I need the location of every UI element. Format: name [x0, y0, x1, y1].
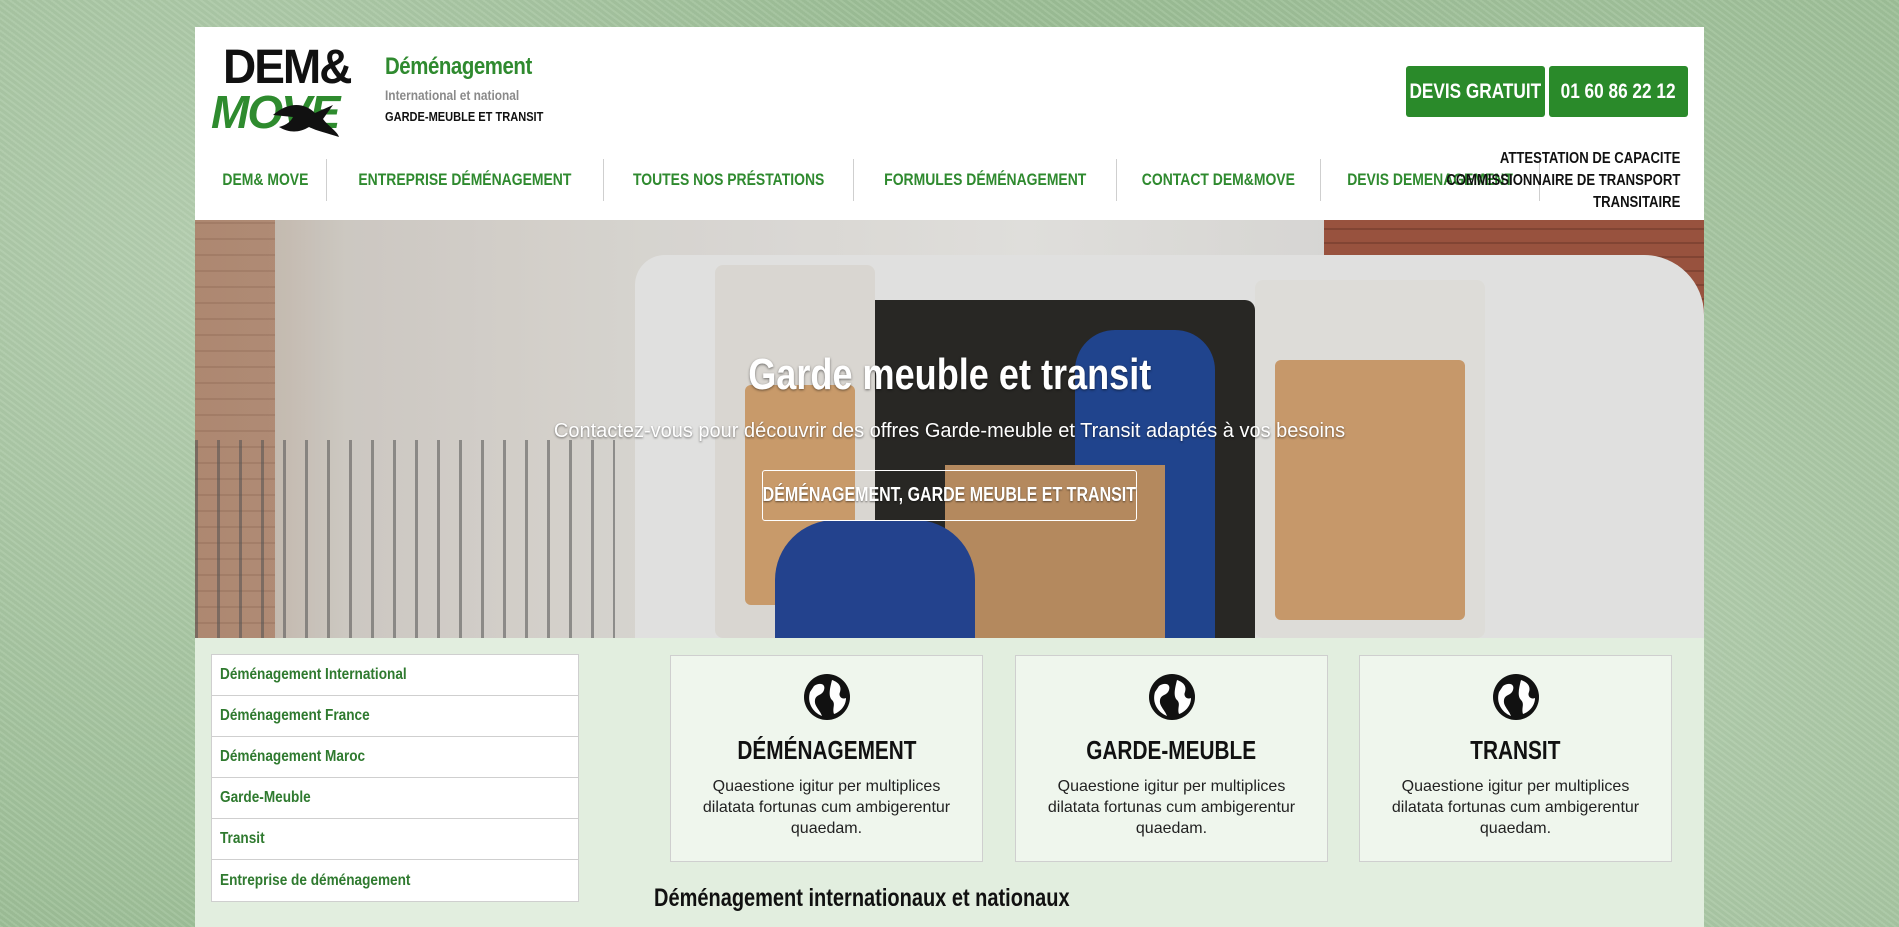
brand-block: Déménagement International et national G…	[385, 53, 571, 124]
site-logo[interactable]: DEM& MOVE	[211, 38, 376, 153]
sidebar-item-international[interactable]: Déménagement International	[212, 655, 578, 696]
card-title: DÉMÉNAGEMENT	[671, 735, 982, 766]
main-nav: DEM& MOVE ENTREPRISE DÉMÉNAGEMENT TOUTES…	[205, 159, 1541, 201]
sidebar-item-label: Déménagement International	[220, 666, 407, 683]
brand-subtitle: International et national	[385, 87, 520, 103]
globe-icon	[1492, 674, 1539, 720]
sidebar-menu: Déménagement International Déménagement …	[211, 654, 579, 902]
hero-banner: Garde meuble et transit Contactez-vous p…	[195, 220, 1704, 638]
nav-item-label: TOUTES NOS PRÉSTATIONS	[632, 170, 824, 189]
hero-subtitle: Contactez-vous pour découvrir des offres…	[553, 420, 1346, 442]
card-title: GARDE-MEUBLE	[1016, 735, 1327, 766]
info-line-3: TRANSITAIRE	[1592, 194, 1680, 211]
sidebar-item-entreprise[interactable]: Entreprise de déménagement	[212, 860, 578, 901]
brand-subtitle-2: GARDE-MEUBLE ET TRANSIT	[385, 109, 544, 124]
sidebar-item-france[interactable]: Déménagement France	[212, 696, 578, 737]
sidebar-item-label: Déménagement France	[220, 707, 370, 724]
nav-item-prestations[interactable]: TOUTES NOS PRÉSTATIONS	[604, 159, 854, 201]
globe-icon	[1148, 674, 1195, 720]
devis-gratuit-button[interactable]: DEVIS GRATUIT	[1406, 66, 1545, 117]
phone-button[interactable]: 01 60 86 22 12	[1549, 66, 1688, 117]
nav-item-dem-move[interactable]: DEM& MOVE	[205, 159, 327, 201]
section-title: Déménagement internationaux et nationaux	[654, 884, 1174, 913]
sidebar-item-garde-meuble[interactable]: Garde-Meuble	[212, 778, 578, 819]
nav-item-label: DEM& MOVE	[222, 170, 309, 189]
hero-title-text: Garde meuble et transit	[747, 350, 1152, 399]
hero-title: Garde meuble et transit	[195, 350, 1704, 400]
info-line-2: COMMISSIONNAIRE DE TRANSPORT	[1446, 172, 1680, 189]
sidebar-item-transit[interactable]: Transit	[212, 819, 578, 860]
sidebar-item-label: Garde-Meuble	[220, 789, 311, 806]
nav-item-contact[interactable]: CONTACT DEM&MOVE	[1117, 159, 1322, 201]
content-area: Déménagement International Déménagement …	[195, 638, 1704, 927]
card-text: Quaestione igitur per multiplices dilata…	[702, 778, 951, 837]
sidebar-item-label: Transit	[220, 830, 265, 847]
hero-cta-label: DÉMÉNAGEMENT, GARDE MEUBLE ET TRANSIT	[762, 484, 1137, 506]
phone-label: 01 60 86 22 12	[1561, 79, 1676, 103]
card-title-text: TRANSIT	[1470, 735, 1561, 765]
service-card-transit: TRANSIT Quaestione igitur per multiplice…	[1359, 655, 1672, 862]
devis-gratuit-label: DEVIS GRATUIT	[1409, 79, 1542, 103]
service-card-garde-meuble: GARDE-MEUBLE Quaestione igitur per multi…	[1015, 655, 1328, 862]
nav-item-label: FORMULES DÉMÉNAGEMENT	[884, 170, 1087, 189]
certifications-info: ATTESTATION DE CAPACITE COMMISSIONNAIRE …	[1395, 148, 1680, 214]
nav-item-formules[interactable]: FORMULES DÉMÉNAGEMENT	[854, 159, 1118, 201]
section-title-text: Déménagement internationaux et nationaux	[654, 884, 1070, 912]
brand-title: Déménagement	[385, 53, 532, 80]
nav-item-entreprise[interactable]: ENTREPRISE DÉMÉNAGEMENT	[327, 159, 604, 201]
logo-text-top: DEM&	[223, 38, 352, 94]
card-title-text: GARDE-MEUBLE	[1086, 735, 1257, 765]
card-title: TRANSIT	[1360, 735, 1671, 766]
sidebar-item-label: Déménagement Maroc	[220, 748, 366, 765]
hero-cta-button[interactable]: DÉMÉNAGEMENT, GARDE MEUBLE ET TRANSIT	[762, 470, 1137, 521]
page-container: DEM& MOVE Déménagement International et …	[195, 27, 1704, 927]
globe-icon	[803, 674, 850, 720]
nav-item-label: ENTREPRISE DÉMÉNAGEMENT	[358, 170, 572, 189]
sidebar-item-label: Entreprise de déménagement	[220, 871, 411, 889]
bird-icon	[273, 105, 339, 137]
card-text: Quaestione igitur per multiplices dilata…	[1391, 778, 1640, 837]
service-card-demenagement: DÉMÉNAGEMENT Quaestione igitur per multi…	[670, 655, 983, 862]
sidebar-item-maroc[interactable]: Déménagement Maroc	[212, 737, 578, 778]
nav-item-label: CONTACT DEM&MOVE	[1142, 170, 1296, 189]
card-title-text: DÉMÉNAGEMENT	[736, 735, 917, 765]
info-line-1: ATTESTATION DE CAPACITE	[1499, 150, 1680, 167]
card-text: Quaestione igitur per multiplices dilata…	[1047, 778, 1296, 837]
